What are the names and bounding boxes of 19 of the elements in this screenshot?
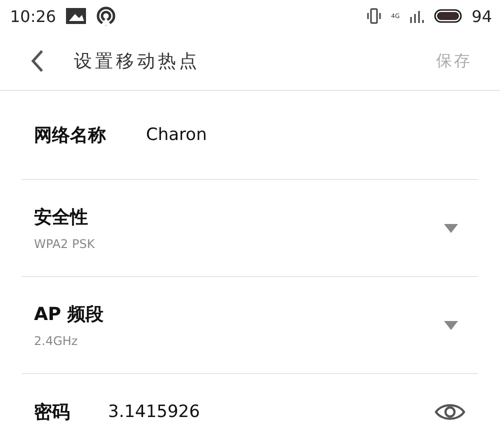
hotspot-icon xyxy=(96,6,116,26)
field-label: 安全性 xyxy=(34,206,89,229)
vibrate-icon xyxy=(367,8,382,24)
battery-icon xyxy=(434,9,462,23)
field-value[interactable]: Charon xyxy=(146,125,207,145)
dropdown-caret-icon[interactable] xyxy=(444,320,458,330)
signal-icon xyxy=(410,9,424,23)
dropdown-caret-icon[interactable] xyxy=(444,224,458,232)
field-label: 密码 xyxy=(34,400,70,424)
page-title: 设置移动热点 xyxy=(74,50,201,73)
image-icon xyxy=(66,8,86,24)
field-label: AP 频段 xyxy=(34,303,104,326)
field-value: 2.4GHz xyxy=(34,334,79,348)
battery-percent: 94 xyxy=(472,6,492,26)
field-value: WPA2 PSK xyxy=(34,237,96,251)
field-label: 网络名称 xyxy=(34,124,106,147)
back-button[interactable] xyxy=(30,49,44,73)
field-value[interactable]: 3.1415926 xyxy=(108,402,200,422)
status-time: 10:26 xyxy=(10,6,56,26)
